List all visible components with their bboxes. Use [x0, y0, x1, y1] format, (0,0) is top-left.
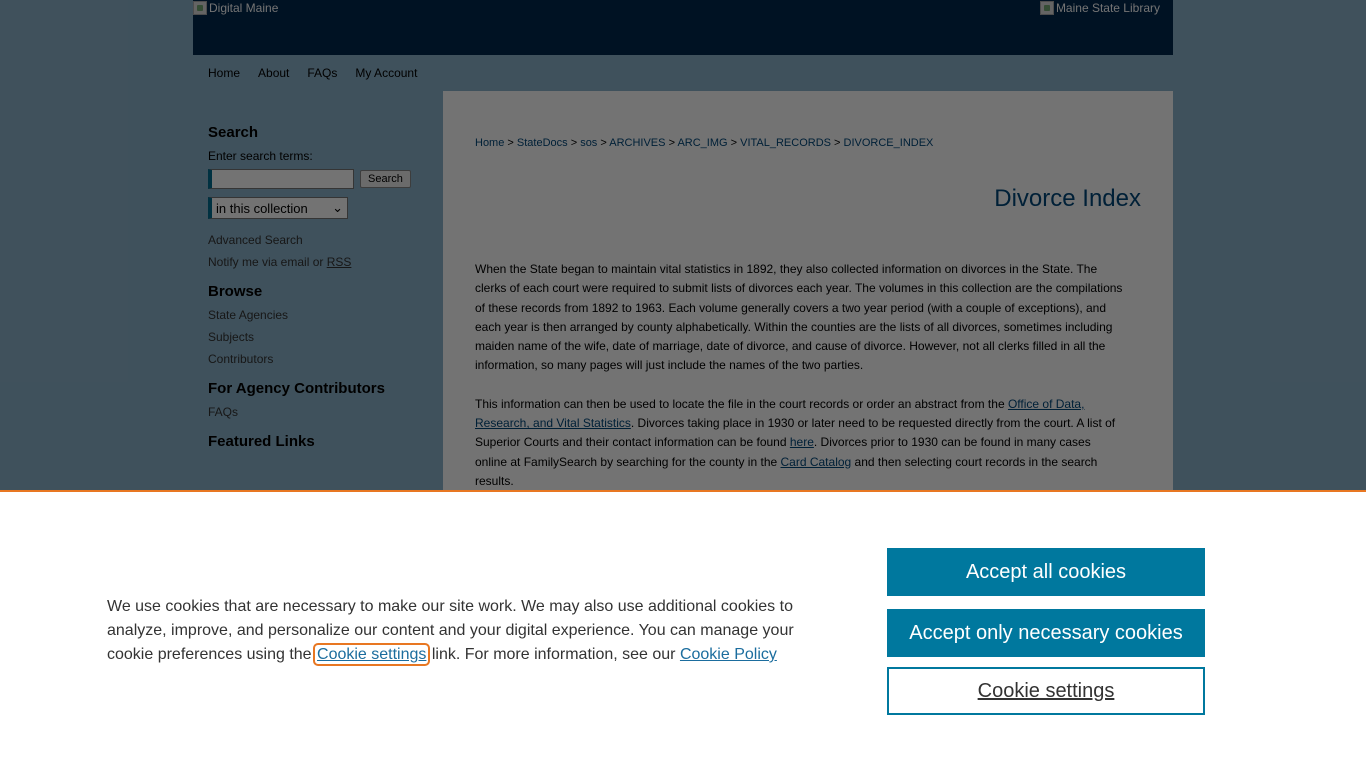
cookie-banner-text: We use cookies that are necessary to mak…	[107, 595, 807, 667]
breadcrumb-arc-img[interactable]: ARC_IMG	[677, 137, 727, 149]
search-row: Search	[208, 169, 428, 189]
breadcrumb-separator: >	[570, 137, 581, 149]
search-label: Enter search terms:	[208, 149, 313, 163]
card-catalog-link[interactable]: Card Catalog	[781, 455, 852, 469]
breadcrumb: Home > StateDocs > sos > ARCHIVES > ARC_…	[475, 137, 933, 149]
accept-all-cookies-button[interactable]: Accept all cookies	[887, 548, 1205, 596]
browse-subjects[interactable]: Subjects	[208, 330, 428, 344]
accept-necessary-cookies-button[interactable]: Accept only necessary cookies	[887, 609, 1205, 657]
chevron-down-icon: ⌄	[332, 200, 343, 215]
breadcrumb-separator: >	[600, 137, 610, 149]
cookie-text-part: link. For more information, see our	[427, 646, 680, 663]
nav-my-account[interactable]: My Account	[355, 66, 417, 80]
page-title: Divorce Index	[994, 185, 1141, 212]
cookie-policy-link[interactable]: Cookie Policy	[680, 646, 777, 663]
broken-image-icon	[193, 1, 207, 15]
featured-heading: Featured Links	[208, 433, 315, 450]
broken-image-icon	[1039, 1, 1054, 15]
rss-link[interactable]: RSS	[327, 255, 352, 269]
breadcrumb-vital-records[interactable]: VITAL_RECORDS	[740, 137, 831, 149]
nav-faqs[interactable]: FAQs	[307, 66, 337, 80]
advanced-search-link[interactable]: Advanced Search	[208, 233, 428, 247]
nav-about[interactable]: About	[258, 66, 289, 80]
digital-maine-logo-alt: Digital Maine	[209, 1, 279, 15]
browse-heading: Browse	[208, 283, 263, 300]
notify-text: Notify me via email or	[208, 255, 327, 269]
cookie-settings-link[interactable]: Cookie settings	[313, 643, 431, 666]
superior-courts-link[interactable]: here	[790, 435, 814, 449]
agency-heading: For Agency Contributors	[208, 380, 385, 397]
browse-contributors[interactable]: Contributors	[208, 352, 428, 366]
breadcrumb-divorce-index[interactable]: DIVORCE_INDEX	[844, 137, 934, 149]
breadcrumb-separator: >	[730, 137, 741, 149]
search-heading: Search	[208, 124, 259, 141]
description-paragraph-2: This information can then be used to loc…	[475, 395, 1125, 491]
browse-state-agencies[interactable]: State Agencies	[208, 308, 428, 322]
desc-text: This information can then be used to loc…	[475, 396, 1008, 411]
top-nav: Home About FAQs My Account	[208, 66, 417, 80]
nav-home[interactable]: Home	[208, 66, 240, 80]
maine-state-library-logo-alt: Maine State Library	[1055, 1, 1160, 15]
maine-state-library-logo[interactable]: Maine State Library	[1039, 1, 1160, 15]
cookie-banner: We use cookies that are necessary to mak…	[0, 490, 1366, 768]
sidebar: Search Enter search terms: Search in thi…	[208, 124, 428, 458]
search-scope-value: in this collection	[216, 200, 308, 216]
breadcrumb-sos[interactable]: sos	[580, 137, 597, 149]
digital-maine-logo[interactable]: Digital Maine	[193, 1, 278, 15]
search-button[interactable]: Search	[360, 170, 411, 188]
notify-row: Notify me via email or RSS	[208, 255, 428, 269]
collection-description: When the State began to maintain vital s…	[475, 260, 1125, 510]
breadcrumb-statedocs[interactable]: StateDocs	[517, 137, 568, 149]
search-scope-select[interactable]: in this collection ⌄	[208, 197, 348, 219]
breadcrumb-separator: >	[507, 137, 517, 149]
site-header: Digital Maine Maine State Library	[193, 0, 1173, 55]
breadcrumb-home[interactable]: Home	[475, 137, 504, 149]
agency-faqs[interactable]: FAQs	[208, 405, 428, 419]
breadcrumb-separator: >	[834, 137, 844, 149]
breadcrumb-archives[interactable]: ARCHIVES	[609, 137, 665, 149]
description-paragraph-1: When the State began to maintain vital s…	[475, 262, 1123, 373]
cookie-settings-button[interactable]: Cookie settings	[887, 667, 1205, 715]
search-input[interactable]	[208, 169, 354, 189]
